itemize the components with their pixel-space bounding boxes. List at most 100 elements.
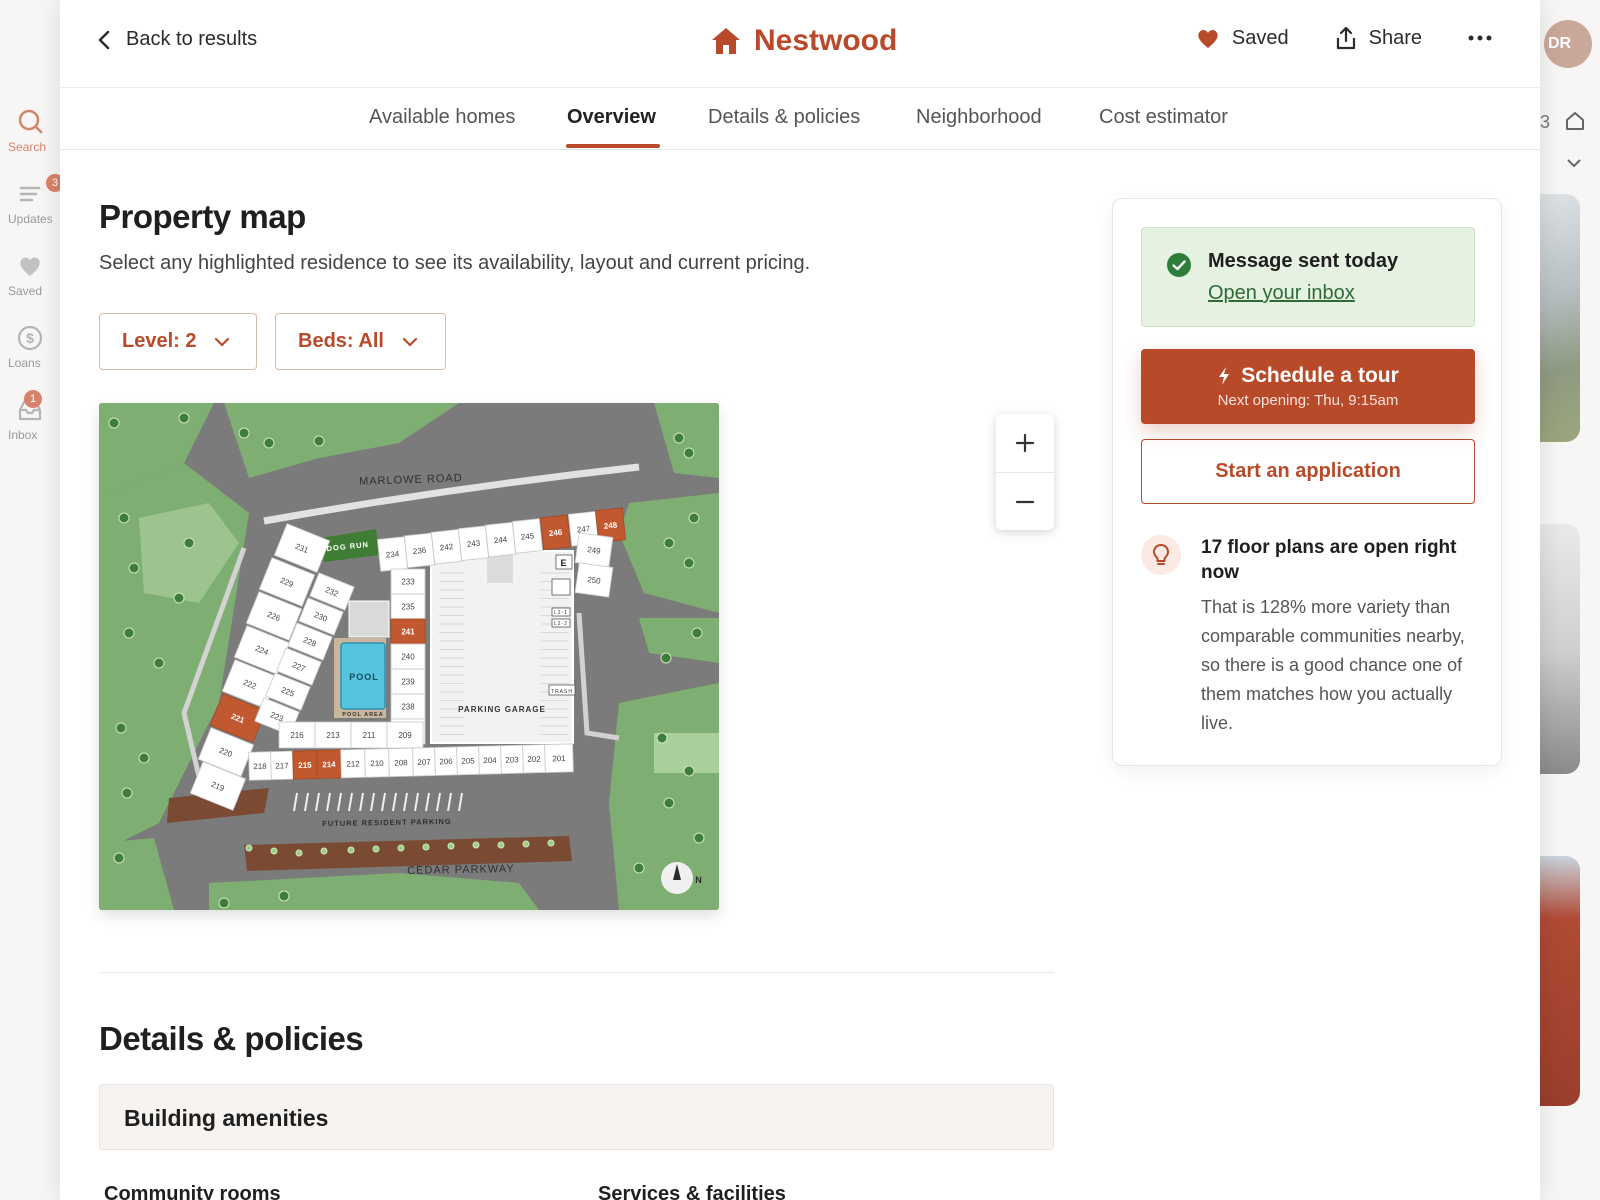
unit-249[interactable]: 249 bbox=[574, 532, 614, 568]
unit-label: 242 bbox=[439, 542, 454, 552]
unit-206[interactable]: 206 bbox=[434, 746, 458, 776]
rail-item-inbox[interactable]: 1 Inbox bbox=[0, 390, 60, 442]
section-divider bbox=[99, 972, 1054, 973]
open-inbox-link[interactable]: Open your inbox bbox=[1208, 282, 1355, 305]
rail-item-search[interactable]: Search bbox=[0, 108, 60, 154]
unit-241[interactable]: 241 bbox=[390, 618, 426, 645]
unit-label: 204 bbox=[483, 756, 497, 765]
services-facilities-heading: Services & facilities bbox=[598, 1183, 786, 1200]
unit-204[interactable]: 204 bbox=[478, 745, 502, 775]
unit-label: 213 bbox=[326, 731, 340, 740]
unit-208[interactable]: 208 bbox=[388, 747, 414, 778]
back-to-results-button[interactable]: Back to results bbox=[96, 28, 257, 51]
tab-available-homes[interactable]: Available homes bbox=[369, 106, 515, 129]
share-button[interactable]: Share bbox=[1335, 26, 1422, 50]
minus-icon bbox=[1015, 500, 1035, 503]
unit-246[interactable]: 246 bbox=[539, 514, 572, 551]
unit-212[interactable]: 212 bbox=[340, 748, 366, 779]
unit-label: 201 bbox=[552, 754, 566, 763]
unit-215[interactable]: 215 bbox=[292, 750, 318, 780]
zoom-out-button[interactable] bbox=[996, 472, 1054, 530]
listing-photo[interactable] bbox=[1540, 856, 1580, 1106]
unit-234[interactable]: 234 bbox=[376, 536, 409, 572]
stairs-label: L2-1 bbox=[554, 610, 568, 616]
tab-neighborhood[interactable]: Neighborhood bbox=[916, 106, 1042, 129]
unit-238[interactable]: 238 bbox=[390, 693, 426, 720]
rail-item-updates[interactable]: 3 Updates bbox=[0, 174, 64, 226]
unit-205[interactable]: 205 bbox=[456, 745, 480, 776]
unit-236[interactable]: 236 bbox=[403, 532, 436, 569]
heart-filled-icon bbox=[1198, 30, 1218, 48]
action-card: Message sent today Open your inbox Sched… bbox=[1112, 198, 1502, 766]
unit-213[interactable]: 213 bbox=[314, 721, 352, 749]
listing-photo[interactable] bbox=[1540, 524, 1580, 774]
property-map[interactable]: 234 236 242 243 244 245 246 247 248 249 250 233 235 2… bbox=[99, 403, 719, 910]
unit-201[interactable]: 201 bbox=[544, 743, 574, 773]
site-plan[interactable]: 234 236 242 243 244 245 246 247 248 249 250 233 235 2… bbox=[99, 403, 719, 910]
unit-label: 207 bbox=[417, 758, 431, 767]
rail-label: Loans bbox=[8, 356, 41, 370]
tab-cost-estimator[interactable]: Cost estimator bbox=[1099, 106, 1228, 129]
chevron-left-icon bbox=[98, 30, 110, 49]
unit-214[interactable]: 214 bbox=[316, 749, 342, 779]
unit-235[interactable]: 235 bbox=[390, 593, 426, 620]
more-icon bbox=[1468, 35, 1492, 41]
unit-202[interactable]: 202 bbox=[522, 744, 546, 774]
active-tab-indicator bbox=[566, 144, 660, 148]
rail-item-saved[interactable]: Saved bbox=[0, 252, 60, 298]
avatar[interactable]: DR bbox=[1544, 20, 1592, 68]
tab-overview[interactable]: Overview bbox=[567, 106, 656, 129]
unit-244[interactable]: 244 bbox=[484, 521, 517, 558]
unit-216[interactable]: 216 bbox=[278, 721, 316, 749]
unit-233[interactable]: 233 bbox=[390, 568, 426, 595]
more-options-button[interactable] bbox=[1468, 35, 1492, 41]
level-dropdown[interactable]: Level: 2 bbox=[99, 313, 257, 370]
unit-label: 245 bbox=[520, 531, 535, 541]
listing-photo[interactable] bbox=[1540, 194, 1580, 442]
stairs-label: L2-2 bbox=[554, 621, 568, 627]
unit-243[interactable]: 243 bbox=[457, 525, 490, 561]
zoom-in-button[interactable] bbox=[996, 414, 1054, 472]
community-rooms-heading: Community rooms bbox=[104, 1183, 281, 1200]
chevron-down-icon[interactable] bbox=[1566, 156, 1582, 174]
unit-242[interactable]: 242 bbox=[430, 529, 463, 565]
unit-label: 206 bbox=[439, 757, 453, 766]
unit-label: 240 bbox=[401, 653, 415, 662]
map-zoom-controls bbox=[996, 414, 1054, 530]
left-rail: Search 3 Updates Saved $ Loans 1 Inbox bbox=[0, 0, 64, 1200]
building-amenities-section[interactable]: Building amenities bbox=[99, 1084, 1054, 1150]
unit-label: 211 bbox=[363, 731, 376, 740]
unit-207[interactable]: 207 bbox=[412, 747, 436, 777]
brand-logo[interactable]: Nestwood bbox=[710, 24, 897, 58]
unit-245[interactable]: 245 bbox=[511, 518, 544, 554]
trash-label: TRASH bbox=[551, 689, 573, 695]
unit-239[interactable]: 239 bbox=[390, 668, 426, 695]
unit-250[interactable]: 250 bbox=[574, 562, 614, 598]
search-icon bbox=[16, 108, 44, 136]
back-label: Back to results bbox=[126, 28, 258, 50]
chevron-down-icon bbox=[402, 337, 418, 347]
unit-217[interactable]: 217 bbox=[270, 750, 294, 781]
section-title: Property map bbox=[99, 198, 306, 235]
message-sent-banner: Message sent today Open your inbox bbox=[1141, 227, 1475, 327]
saved-label: Saved bbox=[1231, 26, 1289, 49]
rail-item-loans[interactable]: $ Loans bbox=[0, 324, 60, 370]
saved-button[interactable]: Saved bbox=[1196, 27, 1289, 50]
unit-218[interactable]: 218 bbox=[248, 751, 272, 781]
unit-211[interactable]: 211 bbox=[350, 721, 388, 749]
tab-details-policies[interactable]: Details & policies bbox=[708, 106, 860, 129]
unit-label: 241 bbox=[401, 628, 415, 637]
house-logo-icon bbox=[712, 28, 740, 54]
unit-209[interactable]: 209 bbox=[386, 721, 424, 749]
unit-label: 247 bbox=[576, 524, 591, 534]
road-label-south: CEDAR PARKWAY bbox=[407, 863, 515, 877]
schedule-tour-button[interactable]: Schedule a tour Next opening: Thu, 9:15a… bbox=[1141, 349, 1475, 424]
beds-dropdown[interactable]: Beds: All bbox=[275, 313, 446, 370]
home-icon[interactable] bbox=[1564, 110, 1586, 137]
updates-icon: 3 bbox=[16, 174, 64, 208]
unit-210[interactable]: 210 bbox=[364, 748, 390, 778]
unit-203[interactable]: 203 bbox=[500, 744, 524, 775]
unit-240[interactable]: 240 bbox=[390, 643, 426, 670]
brand-name: Nestwood bbox=[754, 24, 898, 57]
start-application-button[interactable]: Start an application bbox=[1141, 439, 1475, 504]
